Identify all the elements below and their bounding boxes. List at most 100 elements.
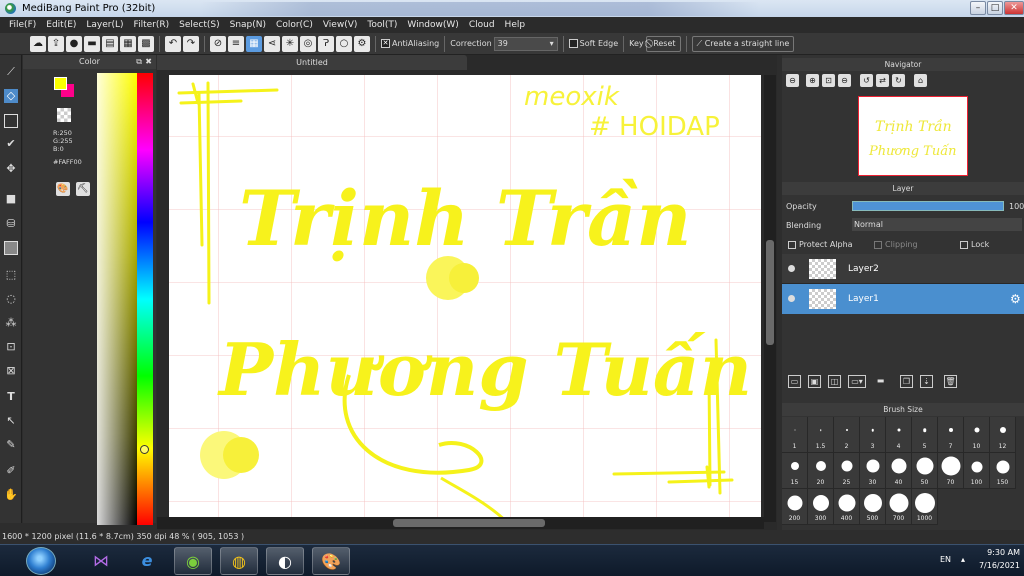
menu-filter[interactable]: Filter(R): [129, 17, 175, 33]
text-tool-icon[interactable]: T: [4, 390, 18, 404]
menu-file[interactable]: File(F): [4, 17, 41, 33]
radial-snap-icon[interactable]: ✳: [282, 35, 298, 52]
brush-size-option[interactable]: 12: [990, 417, 1016, 453]
reset-view-icon[interactable]: ⌂: [914, 74, 927, 87]
duplicate-layer-icon[interactable]: ❐: [900, 375, 913, 388]
new-8bit-layer-icon[interactable]: ◫: [828, 375, 841, 388]
close-icon[interactable]: ✖: [145, 55, 152, 69]
brush-size-option[interactable]: 7: [938, 417, 964, 453]
redo-icon[interactable]: ↷: [183, 35, 199, 52]
soft-edge-checkbox[interactable]: [568, 39, 578, 48]
deselect-icon[interactable]: ⊘: [210, 35, 226, 52]
clipping-toggle[interactable]: Clipping: [874, 240, 918, 249]
circle-snap-icon[interactable]: ○: [336, 35, 352, 52]
horizontal-scroll-thumb[interactable]: [393, 519, 545, 527]
saturation-value-picker[interactable]: [97, 73, 137, 525]
brush-size-option[interactable]: 200: [782, 489, 808, 525]
paint-icon[interactable]: 🎨: [312, 547, 350, 575]
brush-size-option[interactable]: 500: [860, 489, 886, 525]
canvas-tab[interactable]: Untitled: [157, 55, 467, 70]
lasso-tool-icon[interactable]: ◌: [4, 292, 18, 306]
menu-edit[interactable]: Edit(E): [41, 17, 81, 33]
navigator-thumbnail[interactable]: Trịnh Trần Phương Tuấn: [858, 96, 968, 176]
layer-settings-gear-icon[interactable]: ⚙: [1010, 284, 1021, 314]
new-layer-icon[interactable]: ▭: [788, 375, 801, 388]
protect-alpha-toggle[interactable]: Protect Alpha: [788, 240, 853, 249]
chat-icon[interactable]: ▬: [84, 35, 100, 52]
drawing-canvas[interactable]: meoxik # HOIDAP Trịnh Trần Phương Tuấn: [169, 75, 761, 517]
snap-settings-icon[interactable]: ⚙: [354, 35, 370, 52]
rect-select-tool-icon[interactable]: ⬚: [4, 268, 18, 282]
menu-cloud[interactable]: Cloud: [464, 17, 500, 33]
fit-icon[interactable]: ⊡: [822, 74, 835, 87]
select-eraser-tool-icon[interactable]: ⊠: [4, 364, 18, 378]
parallel-snap-icon[interactable]: ≡: [228, 35, 244, 52]
folder-icon[interactable]: ▬: [874, 375, 887, 388]
flip-icon[interactable]: ⇄: [876, 74, 889, 87]
page-icon[interactable]: ▤: [102, 35, 118, 52]
antialiasing-toggle[interactable]: ✕ AntiAliasing: [381, 39, 439, 48]
brush-tool-icon[interactable]: ⟋: [4, 65, 18, 79]
layer-row-layer1[interactable]: Layer1 ⚙: [782, 284, 1024, 314]
divide-tool-icon[interactable]: ✎: [4, 438, 18, 452]
menu-color[interactable]: Color(C): [271, 17, 318, 33]
soft-edge-toggle[interactable]: Soft Edge: [568, 39, 618, 48]
zoom-reset-icon[interactable]: ⊖: [838, 74, 851, 87]
canvas-horizontal-scrollbar[interactable]: [157, 517, 764, 529]
rotate-right-icon[interactable]: ↻: [892, 74, 905, 87]
coccoc-browser-icon[interactable]: ◉: [174, 547, 212, 575]
menu-snap[interactable]: Snap(N): [225, 17, 271, 33]
menu-window[interactable]: Window(W): [402, 17, 463, 33]
delete-layer-icon[interactable]: 🗑: [944, 375, 957, 388]
clipping-checkbox[interactable]: [874, 240, 882, 249]
internet-explorer-icon[interactable]: e: [128, 547, 166, 575]
antialiasing-checkbox[interactable]: ✕: [381, 39, 390, 48]
brush-size-option[interactable]: 70: [938, 453, 964, 489]
magic-wand-tool-icon[interactable]: ⁂: [4, 316, 18, 330]
add-layer-dropdown-icon[interactable]: ▭▾: [848, 375, 866, 388]
protect-alpha-checkbox[interactable]: [788, 240, 796, 249]
grid-icon[interactable]: ▦: [120, 35, 136, 52]
visibility-icon[interactable]: [788, 265, 795, 272]
blending-select[interactable]: Normal: [852, 218, 1022, 231]
brush-size-option[interactable]: 1: [782, 417, 808, 453]
comment-icon[interactable]: ●: [66, 35, 82, 52]
fill-rect-tool-icon[interactable]: ■: [4, 192, 18, 206]
brush-size-option[interactable]: 20: [808, 453, 834, 489]
brush-size-option[interactable]: 4: [886, 417, 912, 453]
brush-size-option[interactable]: 5: [912, 417, 938, 453]
transparent-color-swatch[interactable]: [57, 108, 71, 122]
concentric-snap-icon[interactable]: ◎: [300, 35, 316, 52]
brush-size-option[interactable]: 700: [886, 489, 912, 525]
brush-size-option[interactable]: 2: [834, 417, 860, 453]
minimize-button[interactable]: –: [970, 1, 986, 15]
layer-row-layer2[interactable]: Layer2: [782, 254, 1024, 284]
new-halftone-layer-icon[interactable]: ▣: [808, 375, 821, 388]
maximize-button[interactable]: □: [987, 1, 1003, 15]
zoom-out-icon[interactable]: ⊖: [786, 74, 799, 87]
brush-size-option[interactable]: 30: [860, 453, 886, 489]
correction-select[interactable]: 39 ▾: [493, 36, 558, 51]
foreground-color-swatch[interactable]: [54, 77, 67, 90]
chrome-icon[interactable]: ◍: [220, 547, 258, 575]
vertical-scroll-thumb[interactable]: [766, 240, 774, 345]
brush-size-option[interactable]: 1000: [912, 489, 938, 525]
rotate-left-icon[interactable]: ↺: [860, 74, 873, 87]
operation-tool-icon[interactable]: ↖: [4, 414, 18, 428]
zoom-in-icon[interactable]: ⊕: [806, 74, 819, 87]
brush-size-option[interactable]: 3: [860, 417, 886, 453]
hand-tool-icon[interactable]: ✋: [4, 488, 18, 502]
canvas-vertical-scrollbar[interactable]: [764, 75, 776, 522]
brush-size-option[interactable]: 100: [964, 453, 990, 489]
brush-size-option[interactable]: 300: [808, 489, 834, 525]
menu-layer[interactable]: Layer(L): [81, 17, 128, 33]
start-button[interactable]: [26, 547, 56, 575]
lock-toggle[interactable]: Lock: [960, 240, 989, 249]
tray-expand-icon[interactable]: ▴: [961, 555, 965, 564]
clock-date[interactable]: 7/16/2021: [979, 561, 1020, 570]
reset-button[interactable]: ⃠ Reset: [645, 35, 681, 52]
cloud-icon[interactable]: ☁: [30, 35, 46, 52]
merge-layer-icon[interactable]: ⇣: [920, 375, 933, 388]
language-indicator[interactable]: EN: [940, 555, 951, 564]
visibility-icon[interactable]: [788, 295, 795, 302]
